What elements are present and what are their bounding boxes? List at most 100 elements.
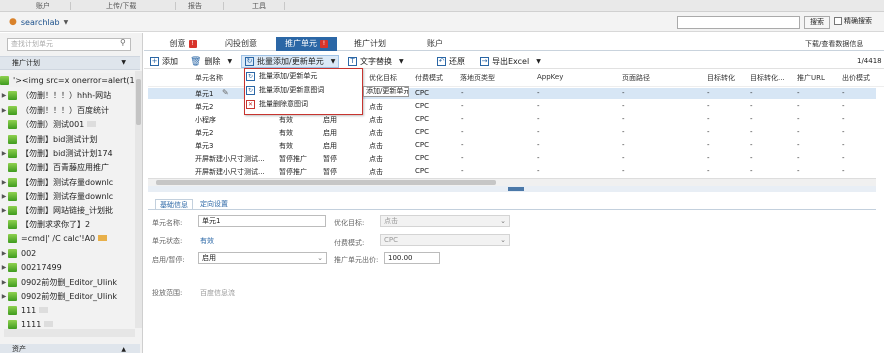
sidebar-item[interactable]: （勿删）测试001 xyxy=(0,117,136,131)
tooltip: 添加/更新单元 xyxy=(363,86,409,97)
status-cell: 有效 xyxy=(279,129,293,137)
sidebar-item[interactable]: ▶ 【勿删】bid测试计划174 xyxy=(0,146,136,160)
sidebar-item-label: （勿删！！！）hhh-网站 xyxy=(21,90,112,100)
sidebar-item[interactable]: ▶ （勿删！！！）hhh-网站 xyxy=(0,88,136,102)
column-header[interactable]: 付费模式 xyxy=(415,73,443,85)
column-header[interactable]: 优化目标 xyxy=(369,73,397,85)
tab-creative[interactable]: 创意! xyxy=(159,37,207,51)
expand-arrow-icon[interactable]: ▶ xyxy=(0,193,8,200)
chevron-down-icon[interactable]: ▼ xyxy=(121,57,126,69)
table-row[interactable]: 开屏新建小尺寸测试... 暂停推广 暂停 点击 CPC - - - - - - … xyxy=(148,166,876,177)
campaign-icon xyxy=(8,105,17,115)
bid-label: 推广单元出价: xyxy=(334,256,379,264)
column-header[interactable]: 目标转化 xyxy=(707,73,735,85)
menu-upload-download[interactable]: 上传/下载 xyxy=(106,1,136,11)
table-row[interactable]: 单元3 有效 启用 点击 CPC - - - - - - - xyxy=(148,140,876,151)
global-search-input[interactable] xyxy=(677,16,800,29)
campaign-icon xyxy=(8,148,17,158)
account-switcher[interactable]: ● searchlab ▼ xyxy=(9,15,68,29)
delete-button[interactable]: 🗑 删除 ▼ xyxy=(190,55,232,68)
export-excel-button[interactable]: → 导出Excel ▼ xyxy=(480,55,541,68)
sidebar-item[interactable]: 【勿删】bid测试计划 xyxy=(0,132,136,146)
unit-name-label: 单元名称: xyxy=(152,219,183,227)
tab-account[interactable]: 账户 xyxy=(418,37,452,51)
sidebar-item[interactable]: '><img src=x onerror=alert(1)> xyxy=(0,73,136,87)
search-button[interactable]: 搜索 xyxy=(804,16,830,29)
scrollbar-thumb[interactable] xyxy=(136,79,141,125)
cell: - xyxy=(622,115,625,123)
column-header[interactable]: 落地页类型 xyxy=(460,73,495,85)
expand-arrow-icon[interactable]: ▶ xyxy=(0,293,8,300)
sidebar-item[interactable]: ▶ 【勿删】测试存量downlc xyxy=(0,175,136,189)
batch-update-button[interactable]: ↻ 批量添加/更新单元 ▼ xyxy=(241,55,340,68)
menu-report[interactable]: 报告 xyxy=(188,1,202,11)
unit-name-cell: 开屏新建小尺寸测试... xyxy=(195,168,265,176)
column-header[interactable]: 推广URL xyxy=(797,73,825,85)
splitter-grip-icon[interactable] xyxy=(508,187,524,191)
expand-arrow-icon[interactable]: ▶ xyxy=(0,250,8,257)
expand-arrow-icon[interactable]: ▶ xyxy=(0,207,8,214)
chevron-down-icon: ⌄ xyxy=(317,254,323,262)
campaign-icon xyxy=(8,90,17,100)
table-row[interactable]: 开屏新建小尺寸测试... 暂停推广 暂停 点击 CPC - - - - - - … xyxy=(148,153,876,164)
expand-arrow-icon[interactable]: ▶ xyxy=(0,150,8,157)
column-header[interactable]: AppKey xyxy=(537,73,563,85)
sidebar-item[interactable]: 【勿删】百青藤应用推广 xyxy=(0,160,136,174)
sidebar-scrollbar[interactable] xyxy=(135,71,142,328)
restore-label: 还原 xyxy=(449,57,465,66)
sidebar-item[interactable]: ▶ 002 xyxy=(0,246,136,260)
tab-ad-unit[interactable]: 推广单元! xyxy=(276,37,337,51)
enable-pause-value: 启用 xyxy=(202,254,216,262)
sidebar-footer-header[interactable]: 资产 ▲ xyxy=(0,344,140,353)
sidebar-item[interactable]: 111 xyxy=(0,303,136,317)
menu-item-batch-update-unit[interactable]: ↻ 批量添加/更新单元 xyxy=(246,70,317,82)
sidebar-item[interactable]: ▶ 【勿删】网站链接_计划批 xyxy=(0,203,136,217)
column-header[interactable]: 目标转化... xyxy=(750,73,785,85)
column-header[interactable]: 出价模式 xyxy=(842,73,870,85)
expand-arrow-icon[interactable]: ▶ xyxy=(0,92,8,99)
tab-campaign[interactable]: 推广计划 xyxy=(346,37,394,51)
tab-flash-creative[interactable]: 闪投创意 xyxy=(217,37,265,51)
campaign-icon xyxy=(8,262,17,272)
menu-tools[interactable]: 工具 xyxy=(252,1,266,11)
menu-item-batch-delete-intent[interactable]: ✕ 批量删除意图词 xyxy=(246,98,308,110)
expand-arrow-icon[interactable]: ▶ xyxy=(0,264,8,271)
column-header[interactable]: 单元名称 xyxy=(195,73,223,85)
sidebar-item-label: 【勿删求求你了】2 xyxy=(21,219,91,229)
cell: - xyxy=(842,167,845,175)
expand-arrow-icon[interactable]: ▶ xyxy=(0,107,8,114)
table-row[interactable]: 小程序 有效 启用 点击 CPC - - - - - - - xyxy=(148,114,876,125)
unit-name-field[interactable]: 单元1 xyxy=(198,215,326,227)
expand-arrow-icon[interactable]: ▶ xyxy=(0,179,8,186)
column-header[interactable]: 页面路径 xyxy=(622,73,650,85)
batch-icon: ↻ xyxy=(246,85,255,95)
sidebar-item[interactable]: ▶ 0902前勿删_Editor_Ulink xyxy=(0,289,136,303)
add-button[interactable]: + 添加 xyxy=(150,55,178,68)
status-cell: 暂停推广 xyxy=(279,168,307,176)
sidebar-item[interactable]: 【勿删求求你了】2 xyxy=(0,217,136,231)
campaign-search-input[interactable]: 查找计划单元 xyxy=(7,38,131,51)
expand-arrow-icon[interactable]: ▶ xyxy=(0,279,8,286)
restore-button[interactable]: ↶ 还原 xyxy=(437,55,465,68)
sidebar-item[interactable]: ▶ 00217499 xyxy=(0,260,136,274)
sidebar-item[interactable]: ▶ 【勿删】测试存量downlc xyxy=(0,189,136,203)
download-view-link[interactable]: 下载/查看数据信息 xyxy=(805,39,863,49)
tab-label: 创意 xyxy=(169,39,186,48)
table-row[interactable]: 单元2 有效 启用 点击 CPC - - - - - - - xyxy=(148,127,876,138)
sidebar-item[interactable]: =cmd|' /C calc'!A0 xyxy=(0,231,136,245)
menu-item-batch-update-intent[interactable]: ↻ 批量添加/更新意图词 xyxy=(246,84,324,96)
cell: - xyxy=(750,89,753,97)
warning-badge: ! xyxy=(188,39,197,48)
sidebar-horizontal-scrollbar[interactable] xyxy=(4,329,135,337)
menu-account[interactable]: 账户 xyxy=(36,1,50,11)
cell: - xyxy=(707,167,710,175)
exact-search-checkbox[interactable]: 精确搜索 xyxy=(834,16,872,26)
text-replace-button[interactable]: T 文字替换 ▼ xyxy=(348,55,404,68)
sidebar-item[interactable]: ▶ 0902前勿删_Editor_Ulink xyxy=(0,275,136,289)
sidebar-item[interactable]: ▶ （勿删！！！）百度统计 xyxy=(0,103,136,117)
bid-input[interactable]: 100.00 xyxy=(384,252,440,264)
enable-pause-select[interactable]: 启用 ⌄ xyxy=(198,252,327,264)
edit-icon[interactable]: ✎ xyxy=(222,88,229,97)
grid-horizontal-scrollbar[interactable] xyxy=(148,178,876,186)
scrollbar-thumb[interactable] xyxy=(156,180,496,185)
